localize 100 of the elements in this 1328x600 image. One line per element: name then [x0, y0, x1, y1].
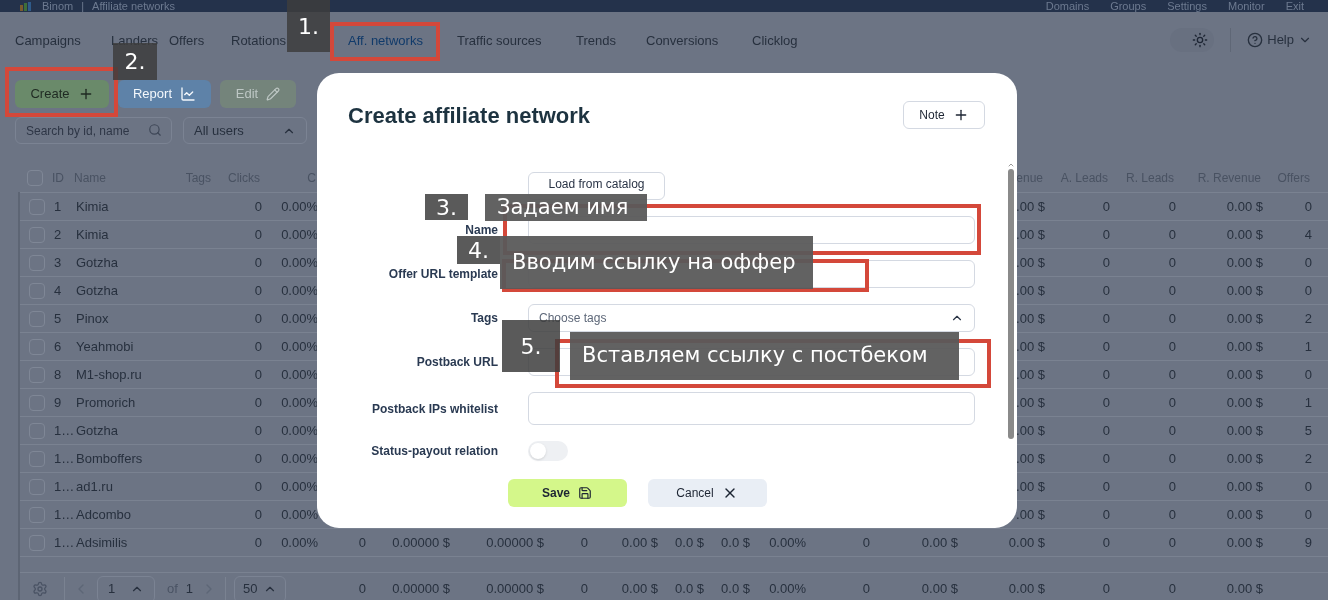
table-cell-text: 0.00 $ [1226, 225, 1264, 244]
table-cell-text: 0 [1168, 477, 1177, 496]
nav-tab[interactable]: Trends [576, 32, 616, 48]
table-cell-text: 0 [1304, 365, 1313, 384]
nav-tab[interactable]: Offers [169, 32, 205, 48]
search-field[interactable]: Search by id, name [15, 117, 172, 144]
table-cell-text: 0.00 $ [1226, 253, 1264, 272]
table-cell-text: 0.00000 $ [392, 533, 451, 552]
table-cell-text: 0 [254, 421, 263, 440]
table-cell-text: 2 [54, 225, 63, 244]
table-cell-text: 1… [54, 449, 76, 468]
table-cell-text: 9 [54, 393, 63, 412]
table-cell-text: 0 [254, 365, 263, 384]
page-select[interactable]: 1 [97, 575, 155, 600]
table-cell-text: 5 [1304, 421, 1313, 440]
table-cell-text: 0 [1168, 421, 1177, 440]
table-cell-text: 0 [580, 580, 589, 599]
top-link[interactable]: Settings [1167, 0, 1207, 12]
table-cell-text: 0 [1304, 505, 1313, 524]
nav-tab[interactable]: Clicklog [752, 32, 798, 48]
table-cell-text: M1-shop.ru [76, 365, 143, 384]
dialog-title: Create affiliate network [348, 101, 591, 130]
scroll-up-icon[interactable] [1006, 161, 1015, 169]
search-icon [148, 123, 162, 137]
top-link[interactable]: Exit [1285, 0, 1304, 12]
table-cell-text: 6 [54, 337, 63, 356]
table-cell-text: 0.00000 $ [486, 580, 545, 599]
table-cell-text: 0 [1168, 337, 1177, 356]
table-cell-text: 0.00 $ [1226, 337, 1264, 356]
table-cell-text: 0 [1102, 225, 1111, 244]
table-cell-text: 0.0 $ [721, 580, 751, 599]
nav-tab[interactable]: Conversions [646, 32, 719, 48]
brand-name: Binom [42, 0, 74, 12]
table-cell-text: 0 [254, 281, 263, 300]
table-cell-text: 0 [1102, 421, 1111, 440]
table-cell-text: 1… [54, 505, 76, 524]
table-cell-text: 0 [254, 337, 263, 356]
step-caption-tooltip: Вводим ссылку на оффер [500, 236, 813, 289]
table-cell-text: 0.00% [281, 449, 319, 468]
note-button[interactable]: Note [903, 101, 985, 129]
table-cell-text: 8 [54, 365, 63, 384]
user-select[interactable]: All users [183, 117, 307, 144]
top-link[interactable]: Domains [1045, 0, 1090, 12]
table-cell-text: 0 [1102, 197, 1111, 216]
table-cell-text: 0 [1168, 253, 1177, 272]
nav-tab[interactable]: Rotations [231, 32, 286, 48]
table-cell-text: 0 [1102, 533, 1111, 552]
table-cell-text: Yeahmobi [76, 337, 135, 356]
table-cell-text: 3 [54, 253, 63, 272]
table-cell-text: 2 [1304, 449, 1313, 468]
sun-icon [1192, 31, 1209, 48]
table-cell-text: 0.00 $ [1008, 533, 1046, 552]
table-cell-text: Kimia [76, 197, 110, 216]
top-link[interactable]: Groups [1110, 0, 1147, 12]
table-cell-text: 0 [254, 533, 263, 552]
table-cell-text: 0 [1304, 281, 1313, 300]
table-cell-text: 0.00 $ [1226, 393, 1264, 412]
table-cell-text: 0 [1102, 505, 1111, 524]
select-value: All users [194, 121, 244, 140]
help-button[interactable]: Help [1247, 29, 1312, 50]
table-cell-text: 0.00 $ [1008, 580, 1046, 599]
nav-tab[interactable]: Campaigns [15, 32, 81, 48]
top-link[interactable]: Monitor [1227, 0, 1265, 12]
table-cell-text: .00 $ [1016, 477, 1046, 496]
cancel-button[interactable]: Cancel [647, 479, 767, 507]
table-cell-text: 0.00 $ [621, 580, 659, 599]
tags-select[interactable]: Choose tags [528, 304, 975, 332]
settings-icon[interactable] [32, 581, 48, 597]
table-cell-text: .00 $ [1016, 337, 1046, 356]
theme-button[interactable] [1170, 27, 1215, 52]
table-cell-text: 0 [254, 477, 263, 496]
table-cell-text: .00 $ [1016, 393, 1046, 412]
table-cell-text: 0.00% [769, 533, 807, 552]
field-label: Status-payout relation [371, 443, 498, 460]
table-cell-text: 0.00 $ [1226, 365, 1264, 384]
step-number-tooltip: 1. [287, 0, 330, 52]
nav-tab[interactable]: Aff. networks [348, 32, 423, 48]
table-cell-text: 0 [254, 505, 263, 524]
save-button[interactable]: Save [507, 479, 627, 507]
create-button[interactable]: Create [15, 80, 109, 108]
table-cell-text: 1… [54, 421, 76, 440]
table-cell-text: 0.00 $ [621, 533, 659, 552]
table-cell-text: 0 [254, 449, 263, 468]
table-cell-text: 4 [1304, 225, 1313, 244]
text-area[interactable] [528, 392, 975, 425]
save-icon [578, 486, 592, 500]
report-button[interactable]: Report [118, 80, 211, 108]
table-cell-text: 0.00 $ [1226, 533, 1264, 552]
nav-tab[interactable]: Traffic sources [457, 32, 542, 48]
table-cell-text: 0.00 $ [1226, 477, 1264, 496]
toggle-switch[interactable] [528, 441, 568, 461]
table-cell-text: Gotzha [76, 281, 119, 300]
table-cell-text: 0.00 $ [921, 533, 959, 552]
table-cell-text: 0 [580, 533, 589, 552]
table-cell-text: 1 [54, 197, 63, 216]
table-cell-text: 1 [1304, 393, 1313, 412]
step-number-tooltip: 3. [425, 194, 468, 220]
per-page-select[interactable]: 50 [234, 575, 287, 600]
table-cell-text: 0 [1304, 253, 1313, 272]
table-cell-text: 0 [1102, 365, 1111, 384]
